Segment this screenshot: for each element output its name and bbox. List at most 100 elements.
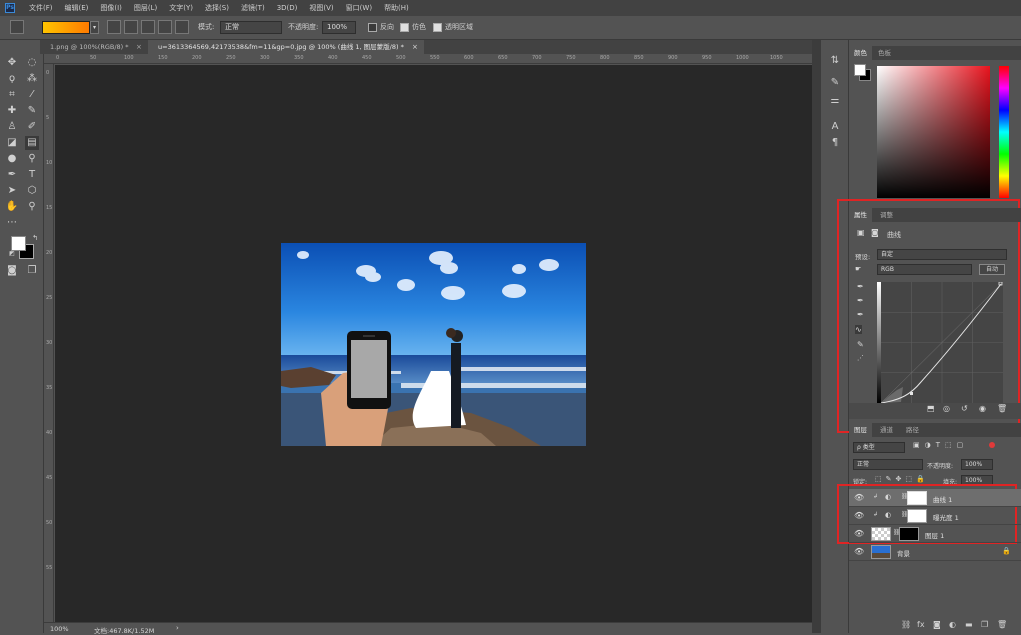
hand-tool-icon[interactable]: ✋ (5, 200, 19, 214)
layer-row-exposure[interactable]: 👁 ↲ ◐ ⛓ 曝光度 1 (849, 507, 1021, 525)
reflected-gradient-button[interactable] (158, 20, 172, 34)
close-tab-1-icon[interactable]: × (136, 43, 142, 51)
status-arrow-icon[interactable]: › (176, 624, 179, 632)
gray-point-eyedropper-icon[interactable]: ✒ (857, 296, 864, 305)
healing-brush-icon[interactable]: ✚ (5, 104, 19, 118)
gradient-preview[interactable] (42, 21, 90, 34)
panel-collapse-strip[interactable] (812, 40, 821, 633)
menu-3d[interactable]: 3D(D) (271, 4, 304, 12)
layer-filter-icons[interactable]: ▣◑T⬚▢ (913, 441, 968, 449)
preset-select[interactable]: 自定 (877, 249, 1007, 260)
layer-mask-thumbnail[interactable] (907, 491, 927, 505)
target-adjust-icon[interactable]: ☛ (855, 265, 861, 273)
layers-opacity-input[interactable]: 100% (961, 459, 993, 470)
menu-layer[interactable]: 图层(L) (128, 3, 163, 13)
default-colors-icon[interactable]: ◩ (5, 247, 19, 261)
blend-mode-select[interactable]: 正常 (853, 459, 923, 470)
clip-to-layer-icon[interactable]: ⬒ (927, 404, 935, 413)
menu-view[interactable]: 视图(V) (303, 3, 339, 13)
background-thumbnail[interactable] (871, 545, 891, 559)
visibility-toggle-icon[interactable]: ◉ (979, 404, 986, 413)
marquee-tool-icon[interactable]: ◌ (25, 56, 39, 70)
layer-mask-thumbnail[interactable] (907, 509, 927, 523)
menu-edit[interactable]: 编辑(E) (59, 3, 95, 13)
menu-file[interactable]: 文件(F) (23, 3, 59, 13)
history-panel-icon[interactable]: ⇅ (828, 54, 842, 68)
tab-properties[interactable]: 属性 (849, 208, 872, 222)
layer-thumbnail[interactable] (871, 527, 891, 541)
curve-point-edit-icon[interactable]: ∿ (855, 325, 862, 334)
mode-select[interactable]: 正常 (220, 21, 282, 34)
delete-adjustment-icon[interactable]: 🗑 (997, 404, 1007, 413)
dither-checkbox[interactable] (400, 23, 409, 32)
layer-visibility-eye-icon[interactable]: 👁 (854, 511, 864, 520)
layer-row-layer1[interactable]: 👁 ⛓ 图层 1 (849, 525, 1021, 543)
tab-swatches[interactable]: 色板 (873, 46, 896, 60)
layer-visibility-eye-icon[interactable]: 👁 (854, 547, 864, 556)
tab-document-1[interactable]: 1.png @ 100%(RGB/8) * (40, 40, 148, 54)
gradient-dropdown-icon[interactable]: ▾ (90, 21, 99, 34)
document-image[interactable] (281, 243, 586, 446)
history-brush-icon[interactable]: ✐ (25, 120, 39, 134)
new-layer-icon[interactable]: ❐ (981, 620, 988, 629)
pen-tool-icon[interactable]: ✒ (5, 168, 19, 182)
menu-type[interactable]: 文字(Y) (163, 3, 199, 13)
layer-kind-filter[interactable]: ρ 类型 (853, 442, 905, 453)
gradient-tool-icon[interactable]: ▤ (25, 136, 39, 150)
pencil-draw-icon[interactable]: ✎ (857, 340, 864, 349)
tool-preset-button[interactable] (10, 20, 24, 34)
blur-tool-icon[interactable]: ● (5, 152, 19, 166)
type-tool-icon[interactable]: T (25, 168, 39, 182)
path-select-tool-icon[interactable]: ➤ (5, 184, 19, 198)
move-tool-icon[interactable]: ✥ (5, 56, 19, 70)
screen-mode-icon[interactable]: ❐ (25, 264, 39, 278)
menu-select[interactable]: 选择(S) (199, 3, 235, 13)
eraser-tool-icon[interactable]: ◪ (5, 136, 19, 150)
close-tab-2-icon[interactable]: × (412, 43, 418, 51)
black-point-eyedropper-icon[interactable]: ✒ (857, 282, 864, 291)
filter-toggle-icon[interactable] (989, 442, 995, 448)
zoom-tool-icon[interactable]: ⚲ (25, 200, 39, 214)
tab-adjustments[interactable]: 调整 (875, 208, 898, 222)
view-previous-icon[interactable]: ◎ (943, 404, 950, 413)
reverse-checkbox[interactable] (368, 23, 377, 32)
dodge-tool-icon[interactable]: ⚲ (25, 152, 39, 166)
white-point-eyedropper-icon[interactable]: ✒ (857, 310, 864, 319)
add-mask-icon[interactable]: ◙ (933, 620, 941, 629)
link-layers-icon[interactable]: ⛓ (901, 620, 911, 629)
layer-style-icon[interactable]: fx (917, 620, 925, 629)
tab-channels[interactable]: 通道 (875, 423, 898, 437)
layer-visibility-eye-icon[interactable]: 👁 (854, 529, 864, 538)
tab-layers[interactable]: 图层 (849, 423, 872, 437)
auto-button[interactable]: 自动 (979, 264, 1005, 275)
layer-mask-thumbnail[interactable] (899, 527, 919, 541)
hue-slider[interactable] (999, 66, 1009, 198)
menu-filter[interactable]: 滤镜(T) (235, 3, 271, 13)
smooth-curve-icon[interactable]: ⋰ (857, 354, 864, 362)
reset-icon[interactable]: ↺ (961, 404, 968, 413)
swap-colors-icon[interactable]: ↰ (28, 231, 42, 245)
brush-tool-icon[interactable]: ✎ (25, 104, 39, 118)
lasso-tool-icon[interactable]: ϙ (5, 72, 19, 86)
color-fg-swatch[interactable] (854, 64, 866, 76)
tab-paths[interactable]: 路径 (901, 423, 924, 437)
menu-help[interactable]: 帮助(H) (378, 3, 415, 13)
delete-layer-icon[interactable]: 🗑 (997, 620, 1007, 629)
brush-panel-icon[interactable]: ✎ (828, 76, 842, 90)
more-tools-icon[interactable]: ⋯ (5, 216, 19, 230)
clone-stamp-icon[interactable]: ♙ (5, 120, 19, 134)
diamond-gradient-button[interactable] (175, 20, 189, 34)
shape-tool-icon[interactable]: ⬡ (25, 184, 39, 198)
lock-icons[interactable]: ⬚✎✥⬚🔒 (875, 475, 929, 483)
tab-color[interactable]: 颜色 (849, 46, 872, 60)
lock-icon[interactable]: 🔒 (1002, 547, 1011, 555)
opacity-input[interactable]: 100% (322, 21, 356, 34)
eyedropper-tool-icon[interactable]: ⁄ (25, 88, 39, 102)
paragraph-panel-icon[interactable]: ¶ (828, 136, 842, 150)
adjustments-panel-icon[interactable]: ⚌ (828, 94, 842, 108)
curves-graph[interactable] (881, 282, 1003, 403)
new-adjustment-icon[interactable]: ◐ (949, 620, 956, 629)
angle-gradient-button[interactable] (141, 20, 155, 34)
quick-mask-icon[interactable]: ◙ (5, 264, 19, 278)
color-field[interactable] (877, 66, 990, 198)
